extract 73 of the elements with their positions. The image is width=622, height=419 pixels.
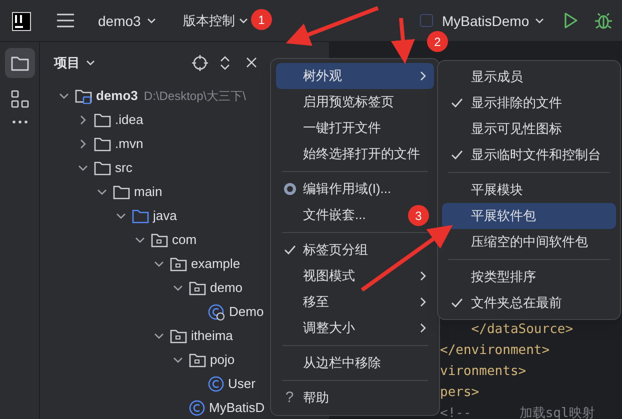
caret-icon <box>146 18 156 24</box>
expanded-chevron-icon[interactable] <box>59 93 69 99</box>
expanded-chevron-icon[interactable] <box>78 165 88 171</box>
menu-item[interactable]: 显示可见性图标 <box>442 116 570 142</box>
menu-icon[interactable] <box>57 13 74 28</box>
menu-item[interactable]: 压缩空的中间软件包 <box>442 229 596 255</box>
expand-collapse-icon[interactable] <box>220 55 230 71</box>
menu-item[interactable]: 文件夹总在最前 <box>442 290 570 316</box>
menu-item[interactable]: 显示临时文件和控制台 <box>442 142 609 168</box>
menu-item[interactable]: ? 帮助 <box>276 385 337 411</box>
project-tool-button[interactable] <box>4 48 34 78</box>
close-icon[interactable] <box>246 57 257 68</box>
menu-item[interactable]: 显示排除的文件 <box>442 90 570 116</box>
menu-item[interactable]: 始终选择打开的文件 <box>276 141 428 167</box>
menu-item[interactable]: 视图模式 <box>276 263 434 289</box>
run-icon[interactable] <box>564 12 578 29</box>
package-icon <box>170 328 187 344</box>
panel-title-dropdown[interactable]: 项目 <box>54 53 95 73</box>
folder-icon <box>94 136 111 152</box>
menu-item[interactable]: 树外观 <box>276 63 434 89</box>
collapsed-chevron-icon[interactable] <box>80 115 86 125</box>
caret-icon <box>535 18 544 24</box>
run-config-icon <box>420 14 433 27</box>
module-folder-icon <box>75 88 92 104</box>
package-icon <box>189 280 206 296</box>
menu-item[interactable]: 按类型排序 <box>442 264 544 290</box>
menu-item[interactable]: 一键打开文件 <box>276 115 389 141</box>
code-text: <!-- <box>440 404 472 419</box>
package-icon <box>189 352 206 368</box>
project-dropdown[interactable]: demo3 <box>98 10 156 32</box>
code-text: </environment> <box>440 342 550 360</box>
expanded-chevron-icon[interactable] <box>154 333 164 339</box>
debug-bug-icon[interactable] <box>594 11 613 30</box>
menu-item[interactable]: 从边栏中移除 <box>276 350 389 376</box>
code-text: </dataSource> <box>470 320 574 339</box>
caret-icon <box>86 60 95 66</box>
help-icon: ? <box>285 386 294 410</box>
collapsed-chevron-icon[interactable] <box>80 139 86 149</box>
code-text: vironments> <box>440 362 526 381</box>
structure-icon[interactable] <box>10 90 28 108</box>
menu-item[interactable]: 编辑作用域(I)... <box>276 176 400 202</box>
package-icon <box>170 256 187 272</box>
menu-item[interactable]: 平展软件包 <box>442 203 616 229</box>
vcs-dropdown[interactable]: 版本控制 <box>183 10 248 32</box>
app-logo-icon[interactable] <box>12 12 31 31</box>
more-icon[interactable] <box>12 120 28 124</box>
source-folder-icon <box>132 208 149 224</box>
run-config-dropdown[interactable]: MyBatisDemo <box>442 10 544 32</box>
class-icon <box>189 400 205 416</box>
menu-item[interactable]: 文件嵌套... <box>276 202 374 228</box>
folder-icon <box>94 112 111 128</box>
runnable-class-icon <box>208 304 225 320</box>
menu-item[interactable]: 显示成员 <box>442 64 531 90</box>
expanded-chevron-icon[interactable] <box>173 357 183 363</box>
expanded-chevron-icon[interactable] <box>173 285 183 291</box>
caret-icon <box>239 18 248 24</box>
locate-icon[interactable] <box>192 55 208 71</box>
expanded-chevron-icon[interactable] <box>97 189 107 195</box>
folder-icon <box>94 160 111 176</box>
annotation-arrow <box>391 18 415 64</box>
expanded-chevron-icon[interactable] <box>135 237 145 243</box>
class-icon <box>208 376 224 392</box>
menu-item[interactable]: 移至 <box>276 289 434 315</box>
expanded-chevron-icon[interactable] <box>154 261 164 267</box>
menu-item[interactable]: 调整大小 <box>276 315 434 341</box>
code-text: pers> <box>440 384 480 402</box>
expanded-chevron-icon[interactable] <box>116 213 126 219</box>
package-icon <box>151 232 168 248</box>
folder-icon <box>10 56 28 70</box>
menu-item[interactable]: 启用预览标签页 <box>276 89 402 115</box>
menu-item[interactable]: 平展模块 <box>442 177 531 203</box>
folder-icon <box>113 184 130 200</box>
menu-item[interactable]: 标签页分组 <box>276 237 376 263</box>
